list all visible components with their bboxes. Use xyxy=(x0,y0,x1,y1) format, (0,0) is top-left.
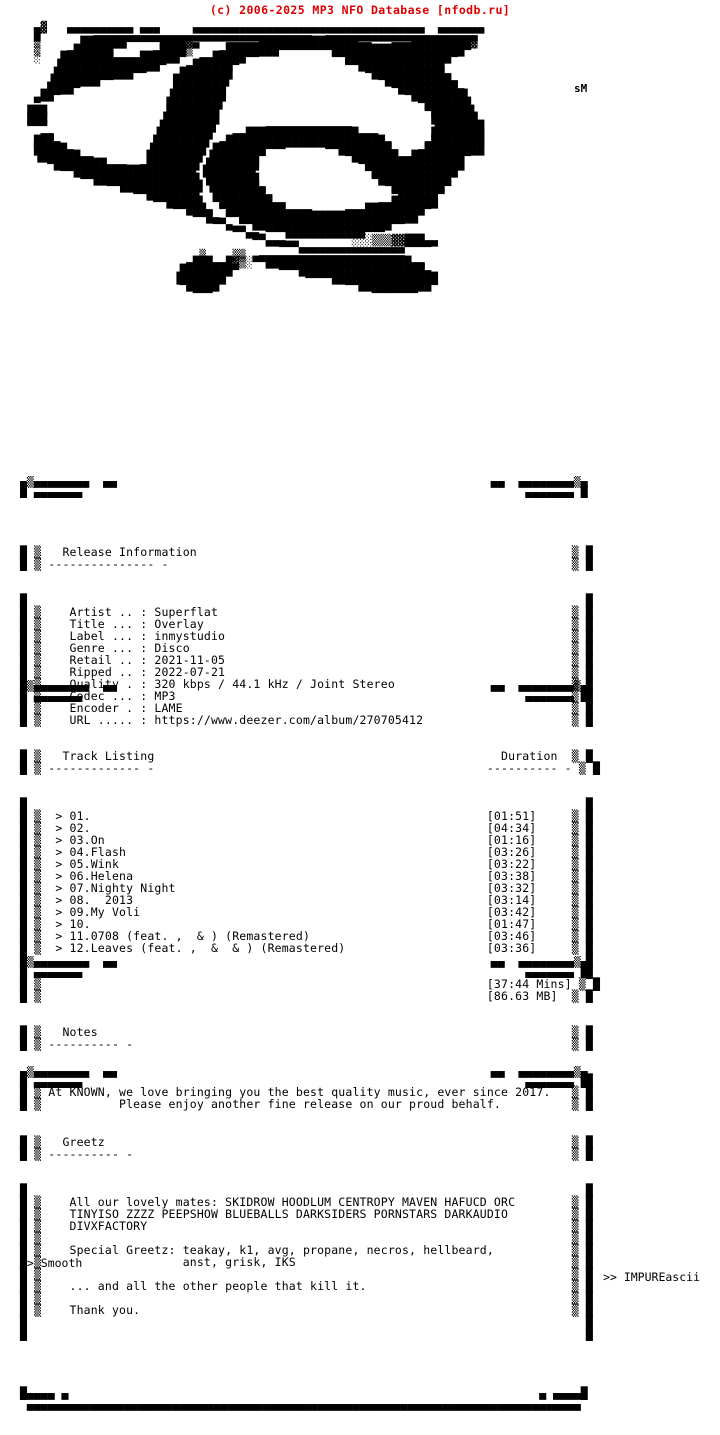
nfodb-header: (c) 2006-2025 MP3 NFO Database [nfodb.ru… xyxy=(209,3,511,17)
notes-frame-top: ▄▒▄▄▄▄▄▄▄▄ ▄▄ ▄▄ ▄▄▄▄▄▄▄▄▒▄ █ ▄▄▄▄▄▄▄ ▄▄… xyxy=(20,956,588,978)
greetz-frame-bottom: █▄▄▄▄ ▄ ▄ ▄▄▄▄█ ▄▄▄▄▄▄▄▄▄▄▄▄▄▄▄▄▄▄▄▄▄▄▄▄… xyxy=(20,1386,588,1411)
greetz-body: █ ▒ Greetz ▒ █ █ ▒ ---------- - ▒ █ █ █ … xyxy=(20,1112,700,1364)
footer-right: >> IMPUREascii xyxy=(603,1270,700,1284)
ascii-art-logo: ▄▓ ▄▄▄▄▄▄▄▄▄▄ ▄▄▄ ▄▄▄▄▄▄▄▄▄▄▄▄▄▄▄▄▄▄▄▄▄▄… xyxy=(27,21,485,300)
nfo-page: (c) 2006-2025 MP3 NFO Database [nfodb.ru… xyxy=(0,0,720,1410)
greetz-frame-top: ▄▒▄▄▄▄▄▄▄▄ ▄▄ ▄▄ ▄▄▄▄▄▄▄▄▒▄ █ ▄▄▄▄▄▄▄ ▄▄… xyxy=(20,1066,588,1088)
track-listing-title-line: █ ▒ Track Listing Duration ▒ █ █ ▒ -----… xyxy=(20,749,601,775)
track-listing-frame-top: ▄▒▄▄▄▄▄▄▄▄ ▄▄ ▄▄ ▄▄▄▄▄▄▄▄▒▄ █ ▄▄▄▄▄▄▄ ▄▄… xyxy=(20,680,588,702)
artist-signature: sM xyxy=(574,82,588,95)
footer: >> Smooth >> IMPUREascii xyxy=(20,1242,700,1326)
greetz-box: ▄▒▄▄▄▄▄▄▄▄ ▄▄ ▄▄ ▄▄▄▄▄▄▄▄▒▄ █ ▄▄▄▄▄▄▄ ▄▄… xyxy=(20,1042,700,1434)
release-info-frame-top: ▄▒▄▄▄▄▄▄▄▄ ▄▄ ▄▄ ▄▄▄▄▄▄▄▄▒▄ █ ▄▄▄▄▄▄▄ ▄▄… xyxy=(20,476,588,498)
footer-left: >> Smooth xyxy=(20,1256,83,1270)
greetz-title-line: █ ▒ Greetz ▒ █ █ ▒ ---------- - ▒ █ xyxy=(20,1135,593,1161)
section-greetz: ▄▒▄▄▄▄▄▄▄▄ ▄▄ ▄▄ ▄▄▄▄▄▄▄▄▒▄ █ ▄▄▄▄▄▄▄ ▄▄… xyxy=(0,1042,720,1434)
release-info-title-line: █ ▒ Release Information ▒ █ █ ▒ --------… xyxy=(20,545,593,571)
